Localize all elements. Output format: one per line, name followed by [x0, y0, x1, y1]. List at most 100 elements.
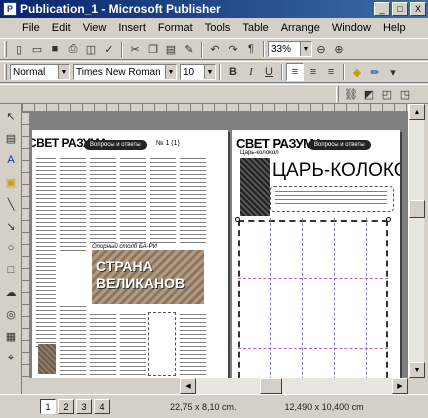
- copy-icon[interactable]: ❐: [144, 40, 162, 58]
- shadow-icon[interactable]: ◩: [360, 85, 378, 103]
- oval-icon[interactable]: ○: [2, 238, 20, 258]
- promo-image[interactable]: СТРАНА ВЕЛИКАНОВ: [92, 250, 204, 304]
- portrait-photo[interactable]: [38, 344, 56, 374]
- chevron-down-icon[interactable]: ▼: [165, 65, 176, 79]
- print-icon[interactable]: ⎙: [64, 40, 82, 58]
- undo-icon[interactable]: ↶: [206, 40, 224, 58]
- chevron-down-icon[interactable]: ▼: [204, 65, 215, 79]
- lead-text-frame[interactable]: [270, 186, 394, 212]
- menu-edit[interactable]: Edit: [46, 22, 77, 34]
- open-icon[interactable]: ▭: [28, 40, 46, 58]
- minimize-button[interactable]: _: [374, 2, 390, 16]
- scroll-thumb[interactable]: [260, 378, 282, 394]
- menu-help[interactable]: Help: [377, 22, 412, 34]
- align-center-icon[interactable]: ≡: [304, 63, 322, 81]
- autoshapes-icon[interactable]: ☁: [2, 282, 20, 302]
- text-column[interactable]: [180, 314, 206, 376]
- resize-handle[interactable]: [235, 217, 240, 222]
- page-button-3[interactable]: 3: [76, 399, 92, 414]
- zoom-in-icon[interactable]: ⊕: [330, 40, 348, 58]
- text-column[interactable]: [60, 158, 86, 254]
- menu-format[interactable]: Format: [152, 22, 199, 34]
- publisher-app-icon[interactable]: P: [3, 2, 17, 16]
- font-color-icon[interactable]: ▾: [384, 63, 402, 81]
- align-right-icon[interactable]: ≡: [322, 63, 340, 81]
- diagram-frame[interactable]: [148, 312, 176, 376]
- bring-front-icon[interactable]: ◰: [378, 85, 396, 103]
- menu-insert[interactable]: Insert: [112, 22, 152, 34]
- underline-button[interactable]: U: [260, 63, 278, 81]
- format-painter-icon[interactable]: ✎: [180, 40, 198, 58]
- resize-handle[interactable]: [386, 217, 391, 222]
- link-icon[interactable]: ⛓: [342, 85, 360, 103]
- scroll-right-icon[interactable]: ▶: [392, 378, 408, 394]
- menu-table[interactable]: Table: [236, 22, 274, 34]
- scroll-up-icon[interactable]: ▲: [409, 104, 425, 120]
- vertical-ruler[interactable]: [22, 112, 30, 378]
- pointer-icon[interactable]: ↖: [2, 106, 20, 126]
- picture-icon[interactable]: ▣: [2, 172, 20, 192]
- new-icon[interactable]: ▯: [10, 40, 28, 58]
- font-size-combo[interactable]: 10 ▼: [180, 64, 216, 80]
- arrow-icon[interactable]: ↘: [2, 216, 20, 236]
- save-icon[interactable]: ■: [46, 40, 64, 58]
- hotspot-icon[interactable]: ⌖: [2, 348, 20, 368]
- bold-button[interactable]: B: [224, 63, 242, 81]
- menu-view[interactable]: View: [77, 22, 113, 34]
- text-column[interactable]: [120, 158, 146, 244]
- page-button-2[interactable]: 2: [58, 399, 74, 414]
- special-characters-icon[interactable]: ¶: [242, 40, 260, 58]
- text-column[interactable]: [180, 158, 206, 244]
- horizontal-scrollbar[interactable]: ◀ ▶: [180, 378, 408, 394]
- design-gallery-icon[interactable]: ◎: [2, 304, 20, 324]
- font-combo[interactable]: Times New Roman ▼: [73, 64, 177, 80]
- page-left[interactable]: СВЕТ РАЗУМА Вопросы и ответы № 1 (1) Опо…: [32, 130, 228, 378]
- menu-file[interactable]: File: [16, 22, 46, 34]
- send-back-icon[interactable]: ◳: [396, 85, 414, 103]
- close-button[interactable]: X: [410, 2, 426, 16]
- text-box-icon[interactable]: ▤: [2, 128, 20, 148]
- menu-tools[interactable]: Tools: [199, 22, 237, 34]
- horizontal-ruler[interactable]: [22, 104, 408, 112]
- chevron-down-icon[interactable]: ▼: [58, 65, 69, 79]
- scroll-left-icon[interactable]: ◀: [180, 378, 196, 394]
- scroll-down-icon[interactable]: ▼: [409, 362, 425, 378]
- page-right[interactable]: СВЕТ РАЗУМА Вопросы и ответы Царь-колоко…: [232, 130, 400, 378]
- line-color-icon[interactable]: ✏: [366, 63, 384, 81]
- scroll-thumb[interactable]: [409, 200, 425, 218]
- page-button-1[interactable]: 1: [40, 399, 56, 414]
- style-combo[interactable]: Normal ▼: [10, 64, 70, 80]
- spelling-icon[interactable]: ✓: [100, 40, 118, 58]
- wordart-icon[interactable]: A: [2, 150, 20, 170]
- redo-icon[interactable]: ↷: [224, 40, 242, 58]
- bell-photo[interactable]: [240, 158, 270, 216]
- chevron-down-icon[interactable]: ▼: [300, 42, 311, 56]
- text-column[interactable]: [120, 314, 146, 376]
- toolbar-grip[interactable]: [4, 41, 7, 57]
- page-button-4[interactable]: 4: [94, 399, 110, 414]
- italic-button[interactable]: I: [242, 63, 260, 81]
- headline: ЦАРЬ-КОЛОКОЛ: [272, 160, 400, 181]
- print-preview-icon[interactable]: ◫: [82, 40, 100, 58]
- text-column[interactable]: [90, 314, 116, 376]
- align-left-icon[interactable]: ≡: [286, 63, 304, 81]
- maximize-button[interactable]: □: [392, 2, 408, 16]
- text-column[interactable]: [90, 158, 116, 244]
- insert-object-icon[interactable]: ▦: [2, 326, 20, 346]
- zoom-combo[interactable]: 33% ▼: [268, 41, 312, 57]
- menu-window[interactable]: Window: [326, 22, 377, 34]
- fill-color-icon[interactable]: ◆: [348, 63, 366, 81]
- paste-icon[interactable]: ▤: [162, 40, 180, 58]
- toolbar-grip[interactable]: [4, 64, 7, 80]
- cut-icon[interactable]: ✂: [126, 40, 144, 58]
- text-column[interactable]: [60, 306, 86, 376]
- line-icon[interactable]: ╲: [2, 194, 20, 214]
- menu-arrange[interactable]: Arrange: [275, 22, 326, 34]
- zoom-out-icon[interactable]: ⊖: [312, 40, 330, 58]
- document-workspace[interactable]: СВЕТ РАЗУМА Вопросы и ответы № 1 (1) Опо…: [22, 104, 408, 378]
- vertical-scrollbar[interactable]: ▲ ▼: [408, 104, 425, 378]
- rectangle-icon[interactable]: □: [2, 260, 20, 280]
- text-column[interactable]: [36, 158, 56, 348]
- text-column[interactable]: [150, 158, 176, 244]
- toolbar-grip[interactable]: [336, 86, 339, 102]
